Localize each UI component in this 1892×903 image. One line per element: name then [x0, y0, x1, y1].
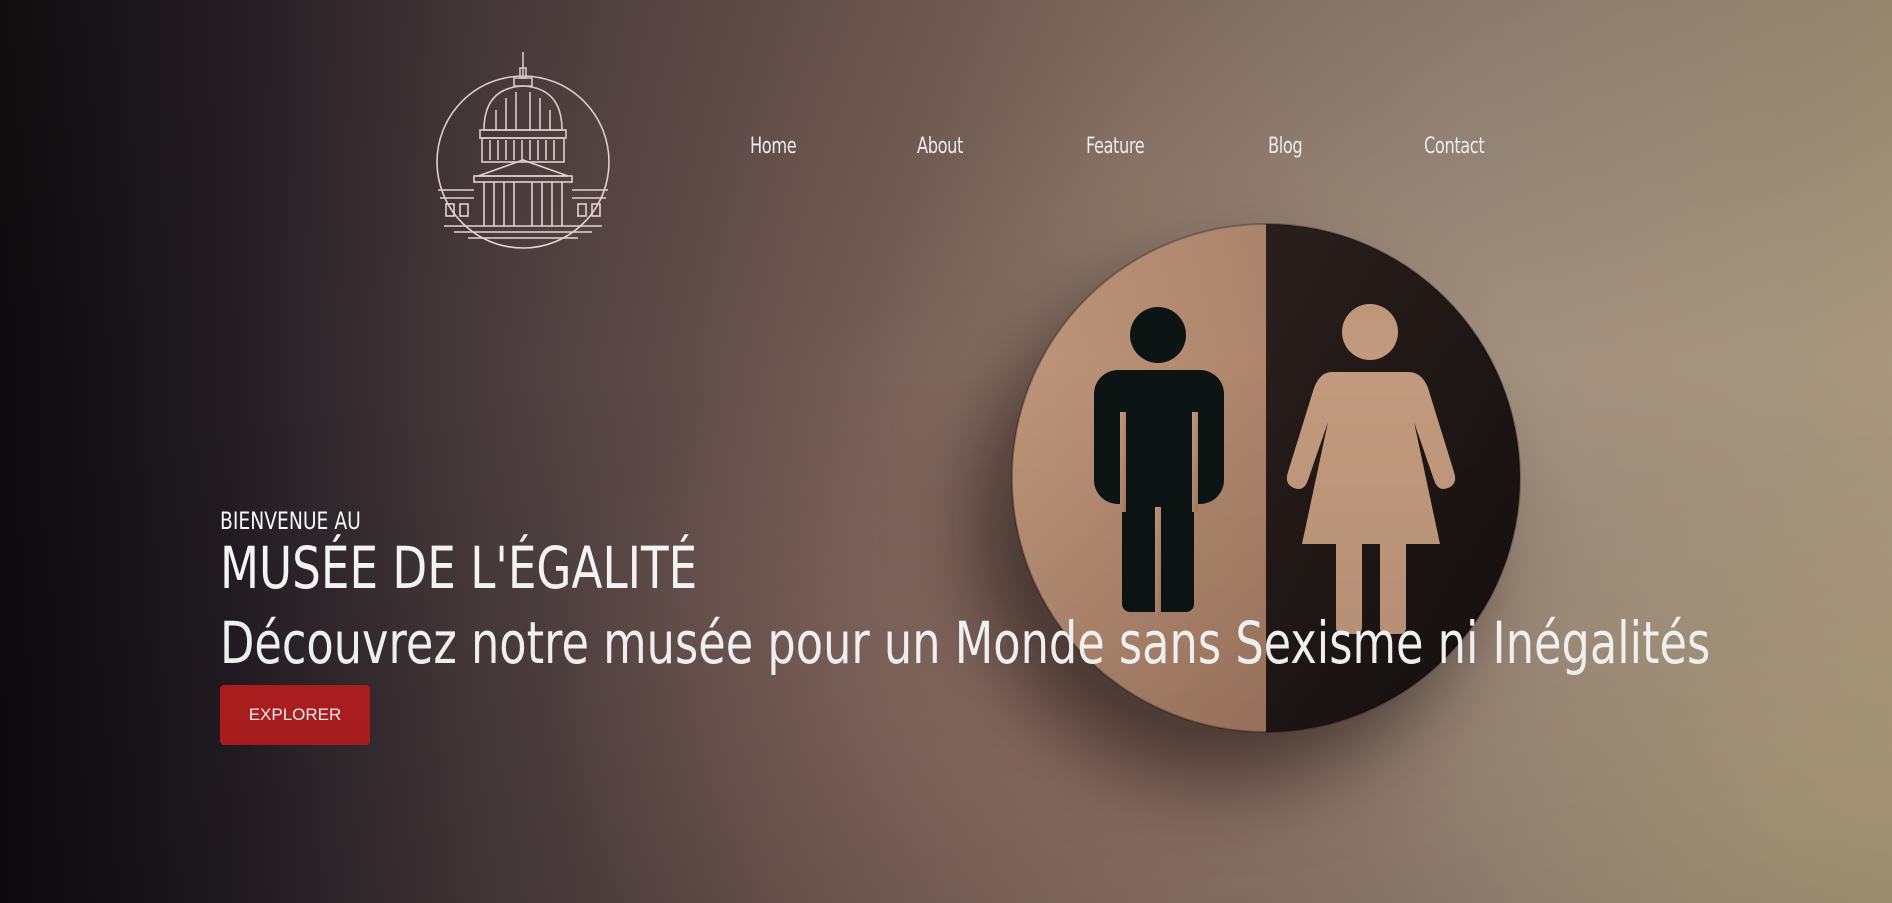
nav-home[interactable]: Home: [750, 134, 797, 159]
hero-title: MUSÉE DE L'ÉGALITÉ: [220, 534, 698, 602]
main-nav: Home About Feature Blog Contact: [700, 134, 1540, 170]
capitol-dome-icon: [436, 52, 610, 249]
hero-tagline: Découvrez notre musée pour un Monde sans…: [220, 609, 1711, 677]
museum-logo[interactable]: [434, 50, 612, 250]
explore-button[interactable]: EXPLORER: [220, 685, 370, 745]
hero-kicker: BIENVENUE AU: [220, 507, 361, 535]
nav-contact[interactable]: Contact: [1424, 134, 1485, 159]
nav-blog[interactable]: Blog: [1268, 134, 1303, 159]
hero-section: Home About Feature Blog Contact BIENVENU…: [0, 0, 1892, 903]
nav-about[interactable]: About: [917, 134, 963, 159]
nav-feature[interactable]: Feature: [1086, 134, 1145, 159]
hero-content: BIENVENUE AU MUSÉE DE L'ÉGALITÉ Découvre…: [220, 505, 1720, 745]
